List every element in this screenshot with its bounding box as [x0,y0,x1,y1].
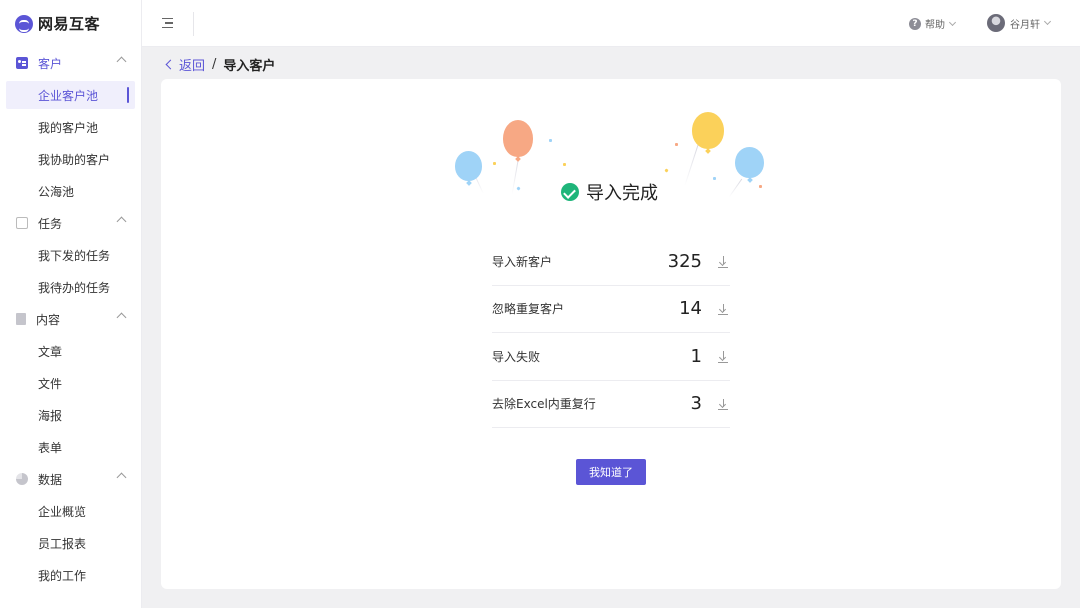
back-link[interactable]: 返回 [165,55,205,74]
import-complete-title: 导入完成 [561,179,658,205]
chevron-up-icon [116,472,127,483]
stat-row-import-failed: 导入失败 1 [492,333,730,381]
stat-value: 3 [690,393,702,415]
title-text: 导入完成 [586,183,658,204]
menu-collapse-icon[interactable] [162,18,173,29]
stat-label: 导入新客户 [492,254,553,269]
stat-row-ignored-duplicates: 忽略重复客户 14 [492,286,730,333]
logo-text: 网易互客 [38,15,101,33]
download-icon[interactable] [718,303,728,316]
confirm-button[interactable]: 我知道了 [576,459,646,485]
page-title: 导入客户 [223,59,276,74]
help-menu[interactable]: ? 帮助 [909,16,957,31]
chevron-up-icon [116,56,127,67]
nav-group-label: 内容 [36,312,61,327]
nav-group-label: 任务 [38,216,63,231]
chevron-up-icon [116,312,127,323]
chevron-down-icon [1043,17,1052,26]
user-name: 谷月轩 [1010,19,1040,31]
download-icon[interactable] [718,351,728,363]
stat-label: 忽略重复客户 [492,302,565,317]
sidebar-item-posters[interactable]: 海报 [0,399,141,431]
balloon-icon [455,151,482,181]
stat-label: 去除Excel内重复行 [492,397,596,412]
top-bar: ? 帮助 谷月轩 [142,0,1080,47]
document-icon [16,313,26,325]
success-check-icon [561,183,579,201]
logo[interactable]: 网易互客 [0,0,141,47]
sidebar-item-files[interactable]: 文件 [0,367,141,399]
balloon-icon [692,112,724,149]
divider [193,12,194,36]
help-label: 帮助 [925,20,945,31]
stat-row-new-customers: 导入新客户 325 [492,238,730,286]
sidebar: 网易互客 客户 企业客户池 我的客户池 我协助的客户 公海池 任务 我下发的任务… [0,0,142,608]
help-icon: ? [909,17,921,30]
user-menu[interactable]: 谷月轩 [987,14,1052,32]
nav-group-data[interactable]: 数据 [0,463,141,495]
sidebar-item-public-pool[interactable]: 公海池 [0,175,141,207]
sidebar-item-staff-report[interactable]: 员工报表 [0,527,141,559]
sidebar-item-todo-tasks[interactable]: 我待办的任务 [0,271,141,303]
download-icon[interactable] [718,398,728,411]
pie-chart-icon [16,473,28,485]
stat-value: 325 [667,250,702,272]
stat-value: 14 [679,298,702,320]
sidebar-item-enterprise-customer-pool[interactable]: 企业客户池 [6,81,135,109]
stat-label: 导入失败 [492,349,541,364]
sidebar-item-articles[interactable]: 文章 [0,335,141,367]
balloon-icon [503,120,533,157]
sidebar-item-my-customer-pool[interactable]: 我的客户池 [0,111,141,143]
logo-icon [15,14,33,33]
sidebar-item-assisted-customers[interactable]: 我协助的客户 [0,143,141,175]
customer-card-icon [16,57,28,69]
avatar [987,14,1005,32]
sidebar-item-my-work[interactable]: 我的工作 [0,559,141,591]
task-icon [16,217,28,229]
back-label: 返回 [179,59,206,74]
nav-group-label: 数据 [38,472,63,487]
nav-group-task[interactable]: 任务 [0,207,141,239]
balloon-icon [735,147,764,178]
breadcrumb: 返回 / 导入客户 [165,55,275,74]
import-stats-list: 导入新客户 325 忽略重复客户 14 导入失败 1 去除Excel内重复行 3 [492,238,730,428]
stat-row-excel-duplicate-rows: 去除Excel内重复行 3 [492,381,730,428]
import-result-card: 导入完成 导入新客户 325 忽略重复客户 14 导入失败 1 去除Excel内… [161,79,1061,589]
chevron-up-icon [116,216,127,227]
download-icon[interactable] [718,256,728,268]
sidebar-item-enterprise-overview[interactable]: 企业概览 [0,495,141,527]
chevron-down-icon [948,18,957,26]
sidebar-item-forms[interactable]: 表单 [0,431,141,463]
nav-group-content[interactable]: 内容 [0,303,141,335]
nav-group-customer[interactable]: 客户 [0,47,141,79]
stat-value: 1 [690,345,702,367]
sidebar-item-issued-tasks[interactable]: 我下发的任务 [0,239,141,271]
nav-group-label: 客户 [38,56,63,71]
chevron-left-icon [165,59,176,70]
breadcrumb-separator: / [212,57,217,72]
